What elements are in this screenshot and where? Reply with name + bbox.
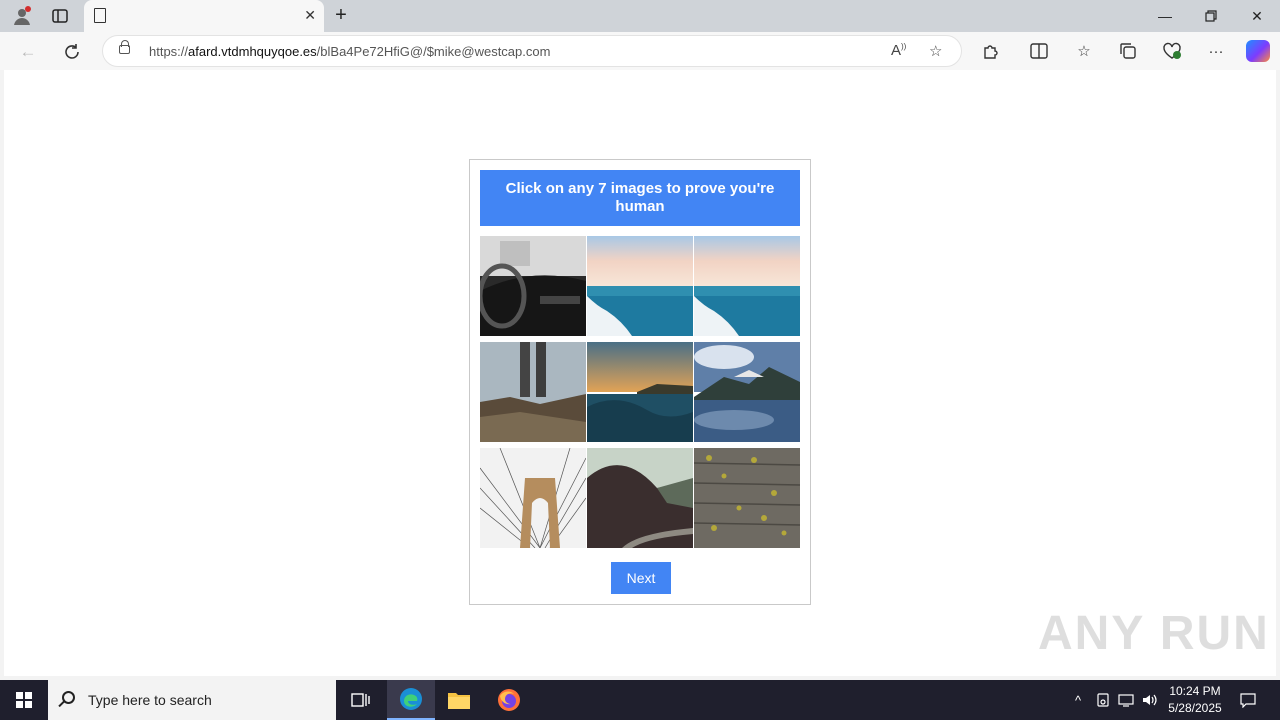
close-tab-icon[interactable]: ✕ (304, 7, 316, 24)
device-icon[interactable] (1094, 680, 1112, 720)
tab-actions-icon[interactable] (40, 0, 80, 32)
more-options-icon[interactable]: ··· (1204, 40, 1228, 62)
next-button[interactable]: Next (611, 562, 671, 594)
restore-button[interactable] (1188, 0, 1234, 32)
clock-time: 10:24 PM (1169, 684, 1221, 698)
profile-icon[interactable] (2, 0, 42, 32)
start-button[interactable] (0, 680, 48, 720)
copilot-icon[interactable] (1246, 40, 1270, 62)
new-tab-button[interactable]: + (330, 4, 352, 26)
clock-date: 5/28/2025 (1168, 701, 1222, 715)
taskbar: Type here to search ^ 10:24 PM 5/28/2025 (0, 680, 1280, 720)
system-clock[interactable]: 10:24 PM 5/28/2025 (1160, 683, 1230, 717)
notifications-icon[interactable] (1236, 680, 1260, 720)
show-hidden-icons-icon[interactable]: ^ (1068, 680, 1088, 720)
active-tab[interactable]: ✕ (84, 0, 324, 32)
browser-essentials-icon[interactable] (1160, 40, 1184, 62)
captcha-tile-3[interactable] (694, 236, 800, 336)
captcha-tile-8[interactable] (587, 448, 693, 548)
captcha-tile-6[interactable] (694, 342, 800, 442)
tab-bar: ✕ + — ✕ (0, 0, 1280, 32)
refresh-icon[interactable] (61, 41, 83, 63)
captcha-tile-1[interactable] (480, 236, 586, 336)
captcha-tile-2[interactable] (587, 236, 693, 336)
back-icon[interactable]: ← (17, 41, 39, 63)
captcha-tile-7[interactable] (480, 448, 586, 548)
volume-icon[interactable] (1140, 680, 1160, 720)
favorite-star-icon[interactable]: ☆ (929, 42, 942, 60)
favorites-icon[interactable]: ☆ (1072, 40, 1096, 62)
minimize-button[interactable]: — (1142, 0, 1188, 32)
captcha-tile-5[interactable] (587, 342, 693, 442)
taskbar-search[interactable]: Type here to search (48, 680, 336, 720)
url-text: https://afard.vtdmhquyqoe.es/blBa4Pe72Hf… (149, 44, 551, 59)
search-placeholder: Type here to search (88, 692, 212, 708)
network-icon[interactable] (1116, 680, 1136, 720)
browser-toolbar: ← https://afard.vtdmhquyqoe.es/blBa4Pe72… (0, 32, 1280, 70)
page-icon (94, 8, 106, 23)
watermark-logo: ANY RUN (1038, 607, 1270, 660)
task-view-icon[interactable] (336, 680, 384, 720)
collections-icon[interactable] (1116, 40, 1140, 62)
address-bar[interactable]: https://afard.vtdmhquyqoe.es/blBa4Pe72Hf… (102, 35, 962, 67)
split-screen-icon[interactable] (1027, 40, 1051, 62)
captcha-widget: Click on any 7 images to prove you're hu… (469, 159, 811, 605)
file-explorer-icon[interactable] (435, 680, 483, 720)
lock-icon[interactable] (119, 40, 130, 54)
captcha-instruction: Click on any 7 images to prove you're hu… (480, 170, 800, 226)
edge-taskbar-icon[interactable] (387, 680, 435, 720)
windows-logo-icon (16, 692, 32, 708)
close-window-button[interactable]: ✕ (1234, 0, 1280, 32)
read-aloud-icon[interactable]: A)) (891, 42, 906, 59)
captcha-tile-4[interactable] (480, 342, 586, 442)
extensions-icon[interactable] (979, 40, 1003, 62)
firefox-icon[interactable] (485, 680, 533, 720)
search-icon (62, 691, 75, 704)
captcha-tile-9[interactable] (694, 448, 800, 548)
